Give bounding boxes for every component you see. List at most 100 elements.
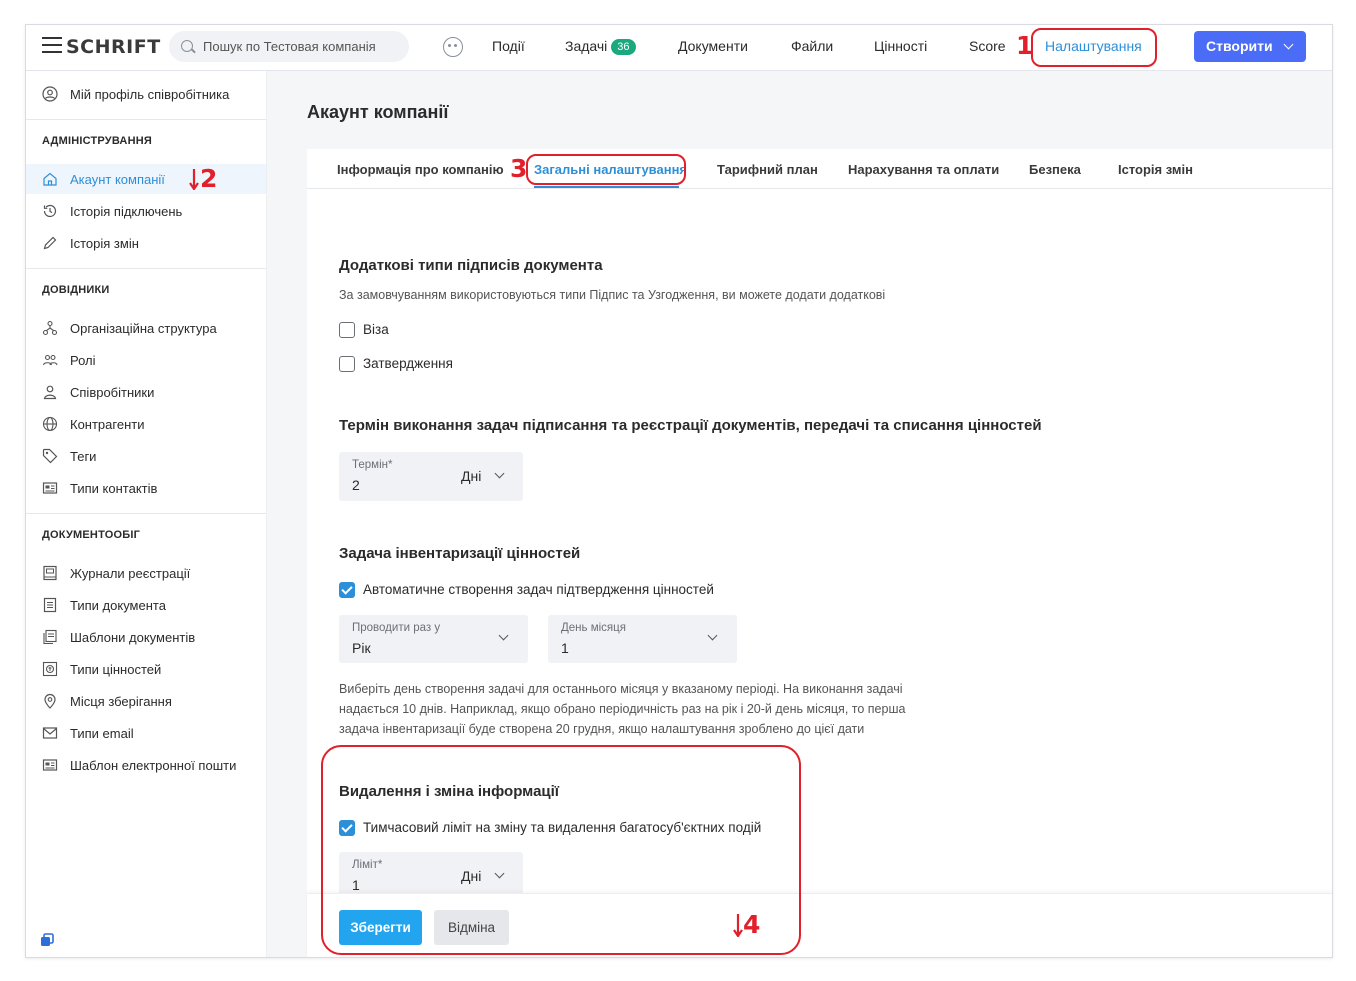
- sidebar-item-label: Шаблони документів: [70, 630, 196, 645]
- sidebar-item-label: Теги: [70, 449, 97, 464]
- section-heading-references: ДОВІДНИКИ: [42, 284, 110, 296]
- tag-icon: [42, 448, 58, 464]
- sidebar-item-change-history[interactable]: Історія змін: [26, 228, 266, 258]
- history-icon: [43, 204, 57, 218]
- deadline-title: Термін виконання задач підписання та реє…: [339, 417, 1042, 434]
- annotation-number-4: 4: [743, 910, 761, 939]
- annotation-number-3: 3: [510, 154, 528, 183]
- divider: [26, 513, 266, 514]
- sidebar-item-label: Історія змін: [70, 236, 139, 251]
- sidebar-item-contractors[interactable]: Контрагенти: [26, 409, 266, 439]
- checkbox-box[interactable]: [339, 582, 355, 598]
- email-template-icon: [42, 759, 58, 771]
- sidebar-item-document-types[interactable]: Типи документа: [26, 590, 266, 620]
- sidebar: Мій профіль співробітника АДМІНІСТРУВАНН…: [26, 71, 267, 957]
- chevron-down-icon: [498, 630, 509, 641]
- deadline-unit-select[interactable]: Дні: [461, 468, 481, 484]
- sidebar-item-roles[interactable]: Ролі: [26, 345, 266, 375]
- users-icon: [42, 354, 58, 366]
- checkbox-label: Затвердження: [363, 356, 453, 371]
- org-structure-icon: [42, 320, 58, 336]
- signature-types-description: За замовчуванням використовуються типи П…: [339, 288, 886, 302]
- search-box[interactable]: [169, 31, 409, 62]
- day-of-month-select[interactable]: День місяця 1: [548, 615, 737, 663]
- sidebar-item-label: Мій профіль співробітника: [70, 87, 230, 102]
- sidebar-item-label: Співробітники: [70, 385, 155, 400]
- create-button-label: Створити: [1206, 38, 1273, 54]
- annotation-arrow-icon: [733, 914, 743, 937]
- checkbox-box[interactable]: [339, 322, 355, 338]
- section-heading-docflow: ДОКУМЕНТООБІГ: [42, 529, 141, 541]
- tab-change-history[interactable]: Історія змін: [1118, 162, 1193, 177]
- sidebar-item-employees[interactable]: Співробітники: [26, 377, 266, 407]
- inventory-hint-line-3: задача інвентаризації буде створена 20 г…: [339, 722, 865, 736]
- user-icon: [43, 385, 57, 400]
- active-tab-indicator: [534, 186, 679, 188]
- nav-valuables[interactable]: Цінності: [874, 38, 927, 54]
- search-icon: [181, 40, 193, 52]
- nav-tasks[interactable]: Задачі 36: [565, 38, 636, 55]
- nav-events[interactable]: Події: [492, 38, 525, 54]
- sidebar-item-org-structure[interactable]: Організаційна структура: [26, 313, 266, 343]
- divider: [26, 119, 266, 120]
- tab-billing[interactable]: Нарахування та оплати: [848, 162, 999, 177]
- inventory-hint-line-1: Виберіть день створення задачі для остан…: [339, 682, 903, 696]
- sidebar-item-label: Організаційна структура: [70, 321, 217, 336]
- sidebar-item-label: Історія підключень: [70, 204, 183, 219]
- annotation-number-1: 1: [1016, 31, 1034, 60]
- period-select[interactable]: Проводити раз у Рік: [339, 615, 528, 663]
- sidebar-item-storage-places[interactable]: Місця зберігання: [26, 686, 266, 716]
- menu-icon[interactable]: [42, 37, 62, 55]
- valuables-icon: [42, 661, 58, 677]
- sidebar-item-label: Шаблон електронної пошти: [70, 758, 237, 773]
- inventory-title: Задача інвентаризації цінностей: [339, 545, 581, 562]
- sidebar-item-registration-journals[interactable]: Журнали реєстрації: [26, 558, 266, 588]
- sidebar-item-contact-types[interactable]: Типи контактів: [26, 473, 266, 503]
- annotation-number-2: 2: [200, 164, 218, 193]
- deadline-value: 2: [352, 477, 360, 493]
- nav-documents[interactable]: Документи: [678, 38, 748, 54]
- page-title: Акаунт компанії: [307, 102, 449, 122]
- expand-icon[interactable]: [40, 933, 54, 947]
- sidebar-item-profile[interactable]: Мій профіль співробітника: [26, 79, 266, 109]
- inventory-hint-line-2: надається 10 днів. Наприклад, якщо обран…: [339, 702, 906, 716]
- checkbox-label: Автоматичне створення задач підтвердженн…: [363, 582, 714, 597]
- sidebar-item-document-templates[interactable]: Шаблони документів: [26, 622, 266, 652]
- checkbox-box[interactable]: [339, 356, 355, 372]
- tab-company-info[interactable]: Інформація про компанію: [337, 162, 504, 177]
- location-pin-icon: [44, 693, 56, 709]
- create-button[interactable]: Створити: [1194, 31, 1306, 62]
- day-select-label: День місяця: [561, 622, 626, 634]
- period-select-label: Проводити раз у: [352, 622, 441, 634]
- signature-types-title: Додаткові типи підписів документа: [339, 257, 603, 274]
- sidebar-item-tags[interactable]: Теги: [26, 441, 266, 471]
- sidebar-item-label: Типи цінностей: [70, 662, 162, 677]
- sidebar-item-connection-history[interactable]: Історія підключень: [26, 196, 266, 226]
- divider: [26, 268, 266, 269]
- nav-score[interactable]: Score: [969, 38, 1006, 54]
- assistant-icon[interactable]: [443, 37, 463, 57]
- sidebar-item-company-account[interactable]: Акаунт компанії: [26, 164, 266, 194]
- sidebar-item-email-template[interactable]: Шаблон електронної пошти: [26, 750, 266, 780]
- annotation-highlight-settings: [1031, 28, 1157, 67]
- deadline-field[interactable]: Термін* 2 Дні: [339, 452, 523, 501]
- tasks-count-badge: 36: [611, 39, 636, 55]
- sidebar-item-label: Журнали реєстрації: [70, 566, 191, 581]
- tab-tariff-plan[interactable]: Тарифний план: [717, 162, 818, 177]
- chevron-down-icon: [707, 630, 718, 641]
- home-icon: [43, 172, 57, 186]
- day-value: 1: [561, 640, 569, 656]
- globe-icon: [42, 416, 58, 432]
- search-input[interactable]: [203, 31, 403, 62]
- sidebar-item-email-types[interactable]: Типи email: [26, 718, 266, 748]
- tab-security[interactable]: Безпека: [1029, 162, 1081, 177]
- nav-files[interactable]: Файли: [791, 38, 833, 54]
- sidebar-item-valuable-types[interactable]: Типи цінностей: [26, 654, 266, 684]
- annotation-arrow-icon: [189, 169, 199, 190]
- sidebar-item-label: Типи документа: [70, 598, 166, 613]
- sidebar-item-label: Типи контактів: [70, 481, 158, 496]
- deadline-field-label: Термін*: [352, 459, 393, 471]
- app-logo[interactable]: SCHRIFT: [66, 36, 161, 58]
- mail-icon: [42, 727, 58, 739]
- checkbox-label: Віза: [363, 322, 389, 337]
